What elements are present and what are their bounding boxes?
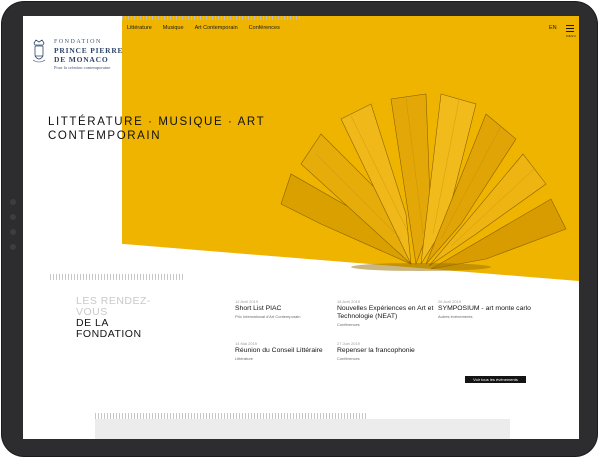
hamburger-icon (566, 25, 574, 26)
event-category: Prix International d'Art Contemporain (235, 314, 301, 319)
event-card[interactable]: 12 Avril 2019 Short List PIAC Prix Inter… (235, 299, 333, 319)
side-dot (10, 199, 16, 205)
event-category: Conférences (337, 322, 360, 327)
event-date: 26 Avril 2019 (438, 299, 462, 304)
event-date: 14 Mai 2019 (235, 341, 258, 346)
nav-item-art-contemporain[interactable]: Art Contemporain (195, 25, 238, 31)
menu-label: MENU (566, 34, 577, 38)
nav-item-musique[interactable]: Musique (163, 25, 184, 31)
website-screen: FONDATION PRINCE PIERRE DE MONACO Pour l… (23, 16, 579, 439)
side-dot (10, 244, 16, 250)
language-switch[interactable]: EN (549, 25, 557, 31)
all-events-button[interactable]: Voir tous les événements (465, 376, 526, 383)
open-books-illustration (280, 93, 567, 271)
event-date: 18 Avril 2019 (337, 299, 361, 304)
event-card[interactable]: 27 Juin 2019 Repenser la francophonie Co… (337, 341, 435, 361)
events-section-title: LES RENDEZ- VOUS DE LA FONDATION (76, 296, 151, 340)
event-card[interactable]: 14 Mai 2019 Réunion du Conseil Littérair… (235, 341, 333, 361)
event-card[interactable]: 26 Avril 2019 SYMPOSIUM - art monte carl… (438, 299, 536, 319)
logo-line-3: DE MONACO (54, 55, 109, 64)
logo-line-2: PRINCE PIERRE (54, 46, 124, 55)
event-title: SYMPOSIUM - art monte carlo (438, 305, 531, 312)
menu-button[interactable]: MENU (566, 25, 576, 39)
section-hatch-decoration (50, 274, 185, 280)
foundation-logo[interactable]: FONDATION PRINCE PIERRE DE MONACO Pour l… (29, 36, 129, 76)
event-title: Nouvelles Expériences en Art et Technolo… (337, 305, 434, 320)
event-category: Conférences (337, 356, 360, 361)
hamburger-icon (566, 28, 574, 29)
event-date: 27 Juin 2019 (337, 341, 360, 346)
event-title: Réunion du Conseil Littéraire (235, 347, 323, 354)
logo-line-1: FONDATION (54, 39, 102, 45)
nav-item-conferences[interactable]: Conférences (249, 25, 280, 31)
title-dark-2: FONDATION (76, 328, 142, 340)
side-dot (10, 214, 16, 220)
event-title: Repenser la francophonie (337, 347, 415, 354)
event-category: Littérature (235, 356, 254, 361)
side-dot (10, 229, 16, 235)
top-hatch-decoration (122, 16, 302, 20)
next-section-block (95, 419, 510, 439)
main-nav: Littérature Musique Art Contemporain Con… (127, 25, 280, 31)
event-category: Autres événements (438, 314, 473, 319)
nav-item-litterature[interactable]: Littérature (127, 25, 152, 31)
crest-icon (32, 39, 46, 63)
logo-tagline: Pour la création contemporaine (54, 65, 111, 70)
hamburger-icon (566, 31, 574, 32)
event-card[interactable]: 18 Avril 2019 Nouvelles Expériences en A… (337, 299, 435, 327)
event-title: Short List PIAC (235, 305, 282, 312)
event-date: 12 Avril 2019 (235, 299, 259, 304)
